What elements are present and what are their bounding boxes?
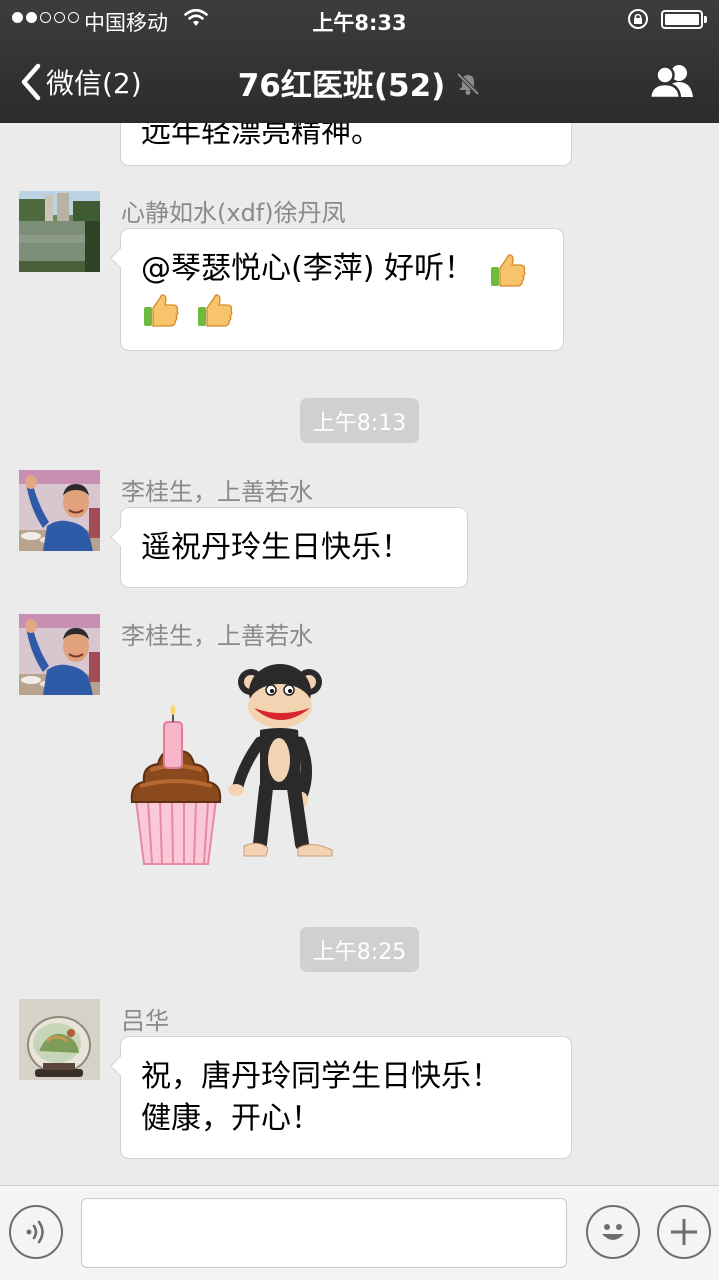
thumbs-up-icon	[144, 293, 179, 327]
time-divider: 上午8:25	[300, 927, 419, 972]
message-text-line	[141, 288, 543, 330]
more-button[interactable]	[657, 1205, 711, 1259]
avatar[interactable]	[19, 191, 100, 272]
emoji-button[interactable]	[586, 1205, 640, 1259]
status-bar: 中国移动 上午8:33	[0, 0, 719, 40]
group-members-icon[interactable]	[648, 62, 696, 100]
battery-icon	[661, 10, 707, 29]
message-bubble[interactable]: 遥祝丹玲生日快乐！	[120, 507, 468, 588]
message-text: 祝，唐丹玲同学生日快乐！	[141, 1059, 501, 1094]
avatar[interactable]	[19, 470, 100, 551]
sender-name: 心静如水(xdf)徐丹凤	[121, 199, 346, 227]
input-bar	[0, 1185, 719, 1280]
rotation-lock-icon	[628, 9, 648, 29]
message-text: @琴瑟悦心(李萍) 好听！	[141, 251, 474, 286]
message-text: 遥祝丹玲生日快乐！	[141, 530, 411, 565]
chat-area[interactable]: 远年轻漂亮精神。 心静如水(xdf)徐丹凤 @琴瑟悦心(李萍) 好听！ 上午8:…	[0, 0, 719, 1185]
voice-icon	[26, 1220, 44, 1244]
avatar[interactable]	[19, 614, 100, 695]
avatar[interactable]	[19, 999, 100, 1080]
battery-level	[665, 14, 699, 25]
cupcake-icon	[130, 704, 222, 865]
time-divider: 上午8:13	[300, 398, 419, 443]
message-bubble[interactable]: @琴瑟悦心(李萍) 好听！	[120, 228, 564, 351]
chat-title: 76红医班(52)	[0, 60, 719, 104]
sender-name: 李桂生，上善若水	[121, 622, 313, 650]
thumbs-up-icon	[197, 293, 232, 327]
message-text: 健康，开心！	[141, 1101, 321, 1136]
message-bubble[interactable]: 祝，唐丹玲同学生日快乐！ 健康，开心！	[120, 1036, 572, 1159]
thumbs-up-icon	[490, 253, 525, 287]
monkey-icon	[228, 664, 333, 857]
bell-off-icon	[456, 72, 480, 96]
message-input[interactable]	[81, 1198, 567, 1268]
cupcake-monkey-sticker[interactable]	[126, 660, 346, 874]
sender-name: 李桂生，上善若水	[121, 478, 313, 506]
voice-button[interactable]	[9, 1205, 63, 1259]
sender-name: 吕华	[121, 1007, 169, 1035]
message-text-line: @琴瑟悦心(李萍) 好听！	[141, 248, 543, 290]
page-title: 76红医班(52)	[237, 67, 446, 104]
plus-icon	[671, 1219, 697, 1245]
smiley-icon	[602, 1224, 624, 1240]
header: 中国移动 上午8:33 微信(2) 76红医班(52)	[0, 0, 719, 123]
status-time: 上午8:33	[312, 11, 407, 35]
